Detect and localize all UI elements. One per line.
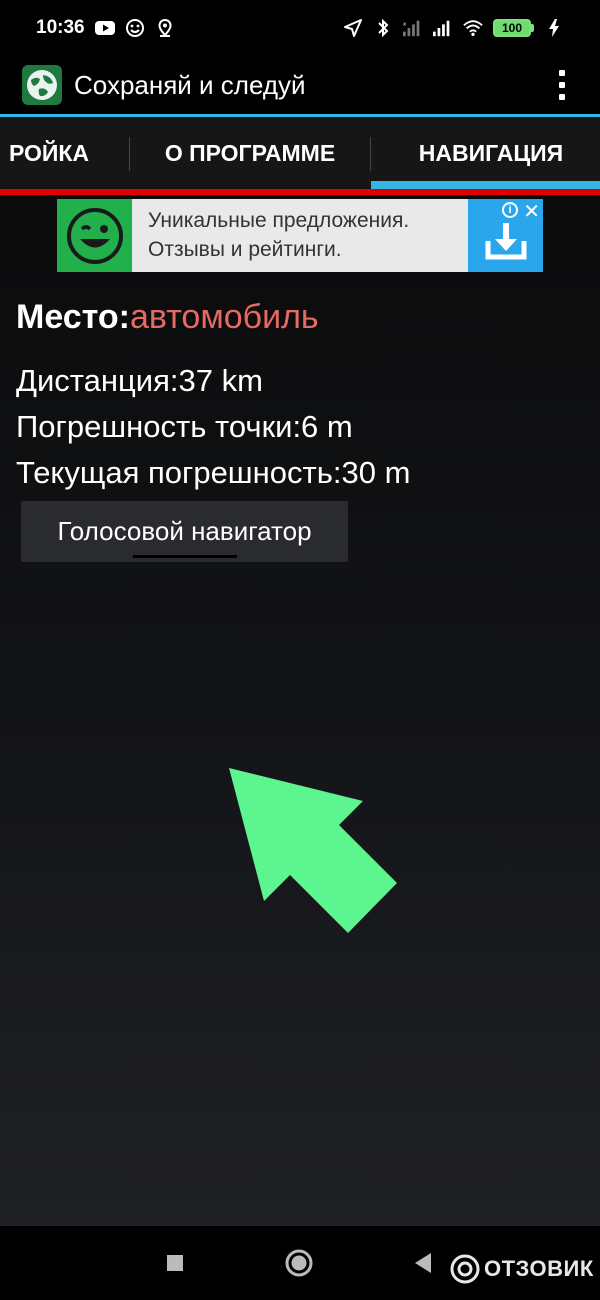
action-bar: Сохраняй и следуй bbox=[0, 56, 600, 114]
status-time: 10:36 bbox=[36, 17, 85, 38]
youtube-icon bbox=[94, 18, 115, 38]
bluetooth-icon bbox=[373, 18, 393, 38]
back-button[interactable] bbox=[393, 1226, 453, 1300]
wifi-icon bbox=[463, 18, 483, 38]
watermark: ОТЗОВИК bbox=[450, 1254, 594, 1284]
watermark-text: ОТЗОВИК bbox=[484, 1256, 594, 1281]
app-globe-icon bbox=[22, 65, 62, 105]
status-bar: 10:36 x 100 bbox=[0, 0, 600, 56]
overflow-menu-icon[interactable] bbox=[542, 56, 582, 114]
signal-icon-2 bbox=[433, 18, 453, 38]
navigation-arrow-icon bbox=[343, 18, 363, 38]
tab-navigation[interactable]: НАВИГАЦИЯ bbox=[371, 117, 600, 189]
emoji-notification-icon bbox=[125, 18, 145, 38]
svg-text:x: x bbox=[403, 21, 407, 27]
battery-level: 100 bbox=[493, 19, 531, 37]
direction-arrow-icon bbox=[229, 768, 397, 933]
signal-icon-1: x bbox=[403, 18, 423, 38]
home-button[interactable] bbox=[269, 1226, 329, 1300]
battery-icon: 100 bbox=[493, 19, 534, 37]
tab-selected-indicator bbox=[371, 181, 600, 189]
tab-bar: РОЙКА О ПРОГРАММЕ НАВИГАЦИЯ bbox=[0, 117, 600, 189]
navigation-content: Уникальные предложения. Отзывы и рейтинг… bbox=[0, 195, 600, 1226]
charging-bolt-icon bbox=[544, 18, 564, 38]
location-pin-icon bbox=[155, 18, 175, 38]
watermark-logo-icon bbox=[450, 1254, 480, 1284]
tab-settings[interactable]: РОЙКА bbox=[0, 117, 104, 189]
recents-button[interactable] bbox=[145, 1226, 205, 1300]
tab-about[interactable]: О ПРОГРАММЕ bbox=[130, 117, 370, 189]
app-title: Сохраняй и следуй bbox=[74, 69, 306, 100]
